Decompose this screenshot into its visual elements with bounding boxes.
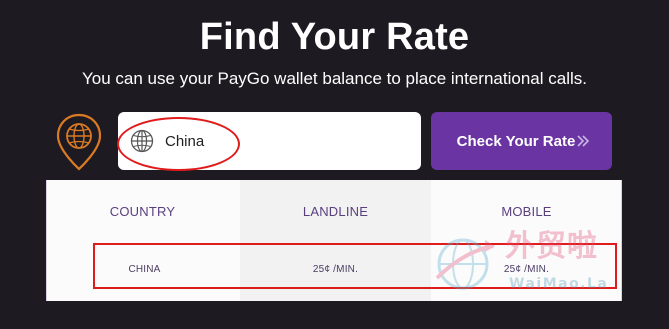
check-your-rate-button[interactable]: Check Your Rate [431,112,612,170]
page-subtitle: You can use your PayGo wallet balance to… [82,69,587,88]
column-header-landline: LANDLINE [302,204,369,219]
double-chevron-right-icon [577,135,590,147]
rate-finder-page: Find Your Rate You can use your PayGo wa… [0,0,669,329]
rate-cell-country: CHINA [128,264,161,275]
landline-column-shade [240,180,431,301]
map-pin-globe-icon [56,113,102,171]
column-header-country: COUNTRY [109,204,176,219]
rate-cell-landline: 25¢ /MIN. [312,264,359,275]
column-header-mobile: MOBILE [501,204,552,219]
page-title: Find Your Rate [199,16,470,58]
country-search-input[interactable] [165,129,395,153]
country-search-box[interactable] [118,112,421,170]
rates-table: COUNTRY LANDLINE MOBILE CHINA 25¢ /MIN. … [46,180,622,301]
rate-cell-mobile: 25¢ /MIN. [503,264,550,275]
check-your-rate-label: Check Your Rate [456,132,576,150]
globe-icon [130,129,154,153]
